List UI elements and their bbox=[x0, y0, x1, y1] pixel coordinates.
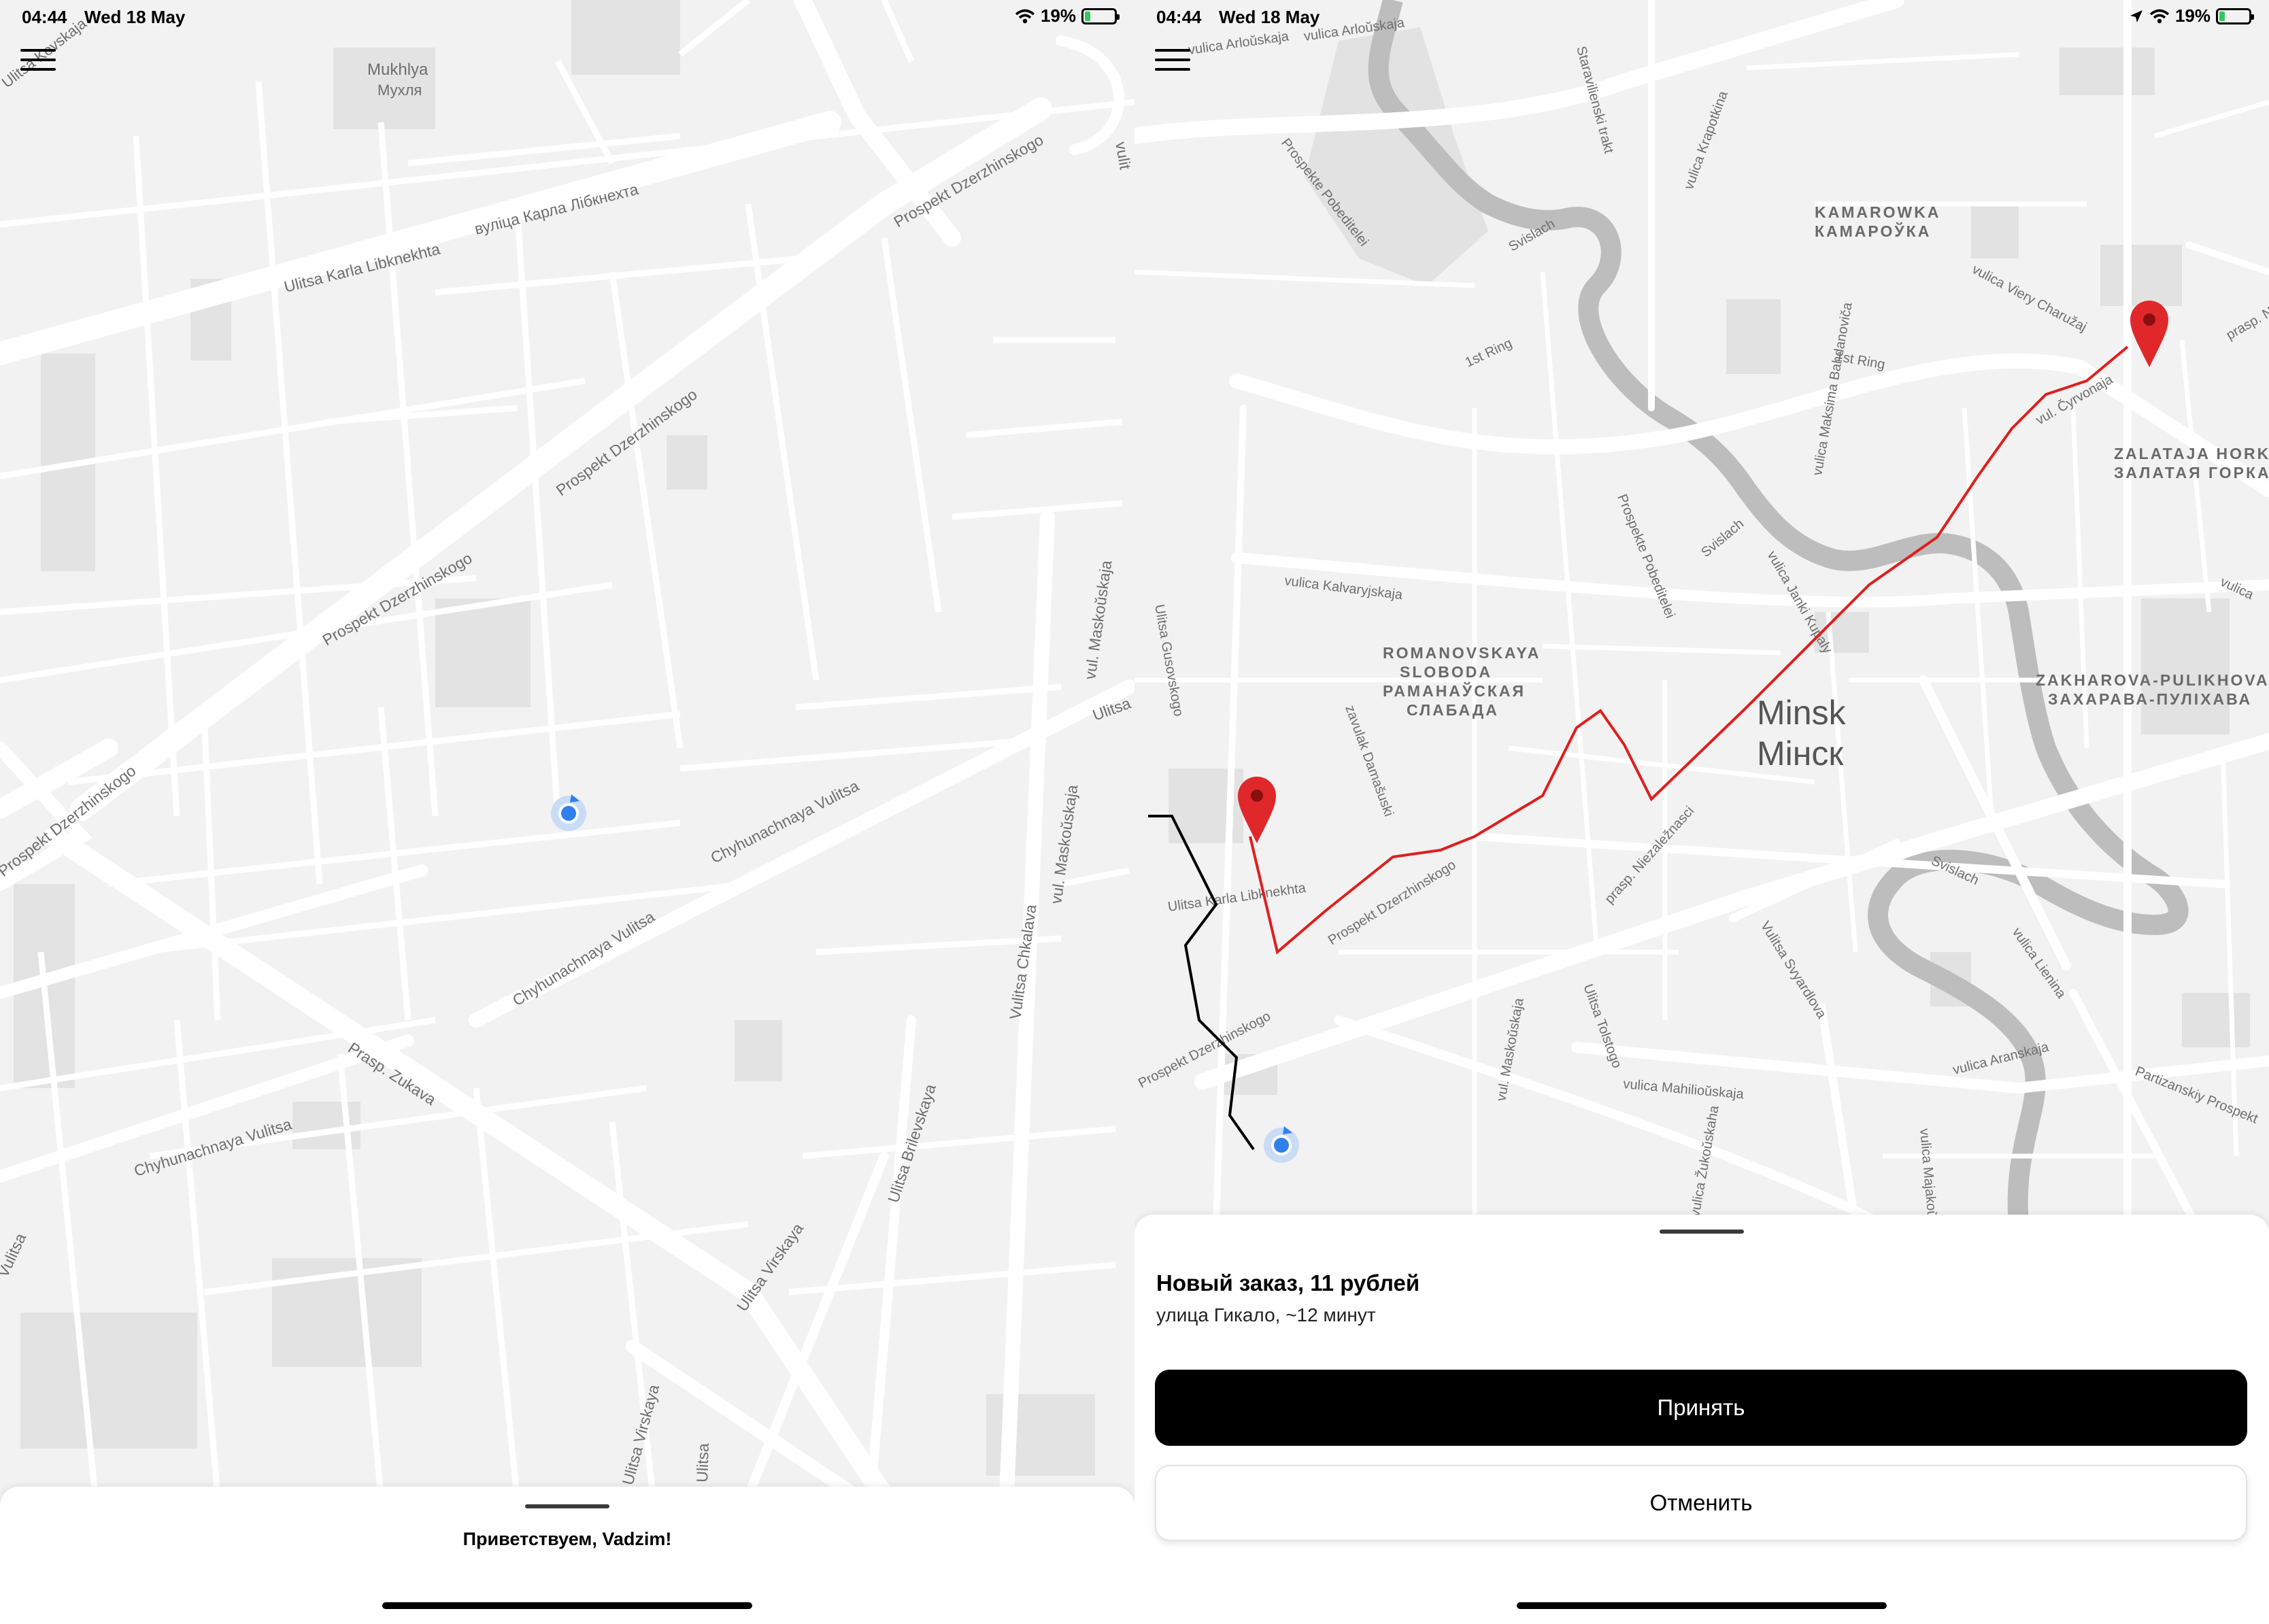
home-indicator[interactable] bbox=[1517, 1602, 1887, 1609]
status-icons: 19% bbox=[1015, 5, 1120, 27]
battery-fill bbox=[2219, 11, 2225, 21]
map-view[interactable]: Mukhlya Мухля вуліца Карла Лібкнехта Uli… bbox=[0, 0, 1134, 1496]
status-date: Wed 18 May bbox=[84, 7, 186, 27]
order-subtitle: улица Гикало, ~12 минут bbox=[1156, 1304, 1376, 1325]
menu-icon bbox=[1155, 68, 1190, 71]
district-label: SLOBODA bbox=[1400, 663, 1492, 681]
battery-icon bbox=[2216, 7, 2254, 24]
map-canvas[interactable]: vulica Arloŭskaja vulica Arloŭskaja Star… bbox=[1134, 0, 2269, 1224]
district-label: ZALATAJA HORKA bbox=[2114, 445, 2269, 462]
left-screen: Mukhlya Мухля вуліца Карла Лібкнехта Uli… bbox=[0, 0, 1134, 1624]
district-label: ЗАЛАТАЯ ГОРКА bbox=[2114, 464, 2269, 481]
district-label: РАМАНАЎСКАЯ bbox=[1383, 681, 1526, 700]
district-label: ROMANOVSKAYA bbox=[1383, 644, 1541, 662]
district-label: СЛАБАДА bbox=[1407, 701, 1499, 719]
menu-icon bbox=[1155, 49, 1190, 52]
menu-button[interactable] bbox=[1155, 49, 1196, 80]
map-label: Mukhlya bbox=[367, 61, 428, 79]
cancel-button[interactable]: Отменить bbox=[1155, 1465, 2247, 1541]
status-bar: 04:44 Wed 18 May 19% bbox=[0, 0, 1134, 35]
menu-icon bbox=[20, 58, 56, 61]
map-canvas[interactable]: Mukhlya Мухля вуліца Карла Лібкнехта Uli… bbox=[0, 0, 1134, 1496]
map-label: Ulitsa bbox=[693, 1443, 712, 1483]
map-view[interactable]: vulica Arloŭskaja vulica Arloŭskaja Star… bbox=[1134, 0, 2269, 1224]
order-sheet: Новый заказ, 11 рублей улица Гикало, ~12… bbox=[1134, 1215, 2269, 1624]
menu-icon bbox=[20, 68, 56, 71]
map-label: Мухля bbox=[377, 82, 422, 99]
battery-percent: 19% bbox=[1040, 5, 1076, 26]
location-arrow-icon bbox=[2130, 10, 2142, 22]
battery-fill bbox=[1085, 11, 1090, 21]
status-time: 04:44 bbox=[1156, 7, 1202, 27]
wifi-icon bbox=[1015, 9, 1035, 23]
greeting-text: Приветствуем, Vadzim! bbox=[463, 1529, 672, 1549]
district-label: KAMAROWKA bbox=[1815, 203, 1940, 221]
right-screen: vulica Arloŭskaja vulica Arloŭskaja Star… bbox=[1134, 0, 2269, 1624]
status-date: Wed 18 May bbox=[1219, 7, 1320, 27]
order-title: Новый заказ, 11 рублей bbox=[1156, 1270, 1420, 1296]
city-label: Мінск bbox=[1757, 734, 1844, 773]
wifi-icon bbox=[2149, 9, 2170, 23]
battery-icon bbox=[1081, 7, 1120, 24]
status-bar: 04:44 Wed 18 May 19% bbox=[1134, 0, 2269, 35]
greeting-sheet: Приветствуем, Vadzim! bbox=[0, 1487, 1134, 1624]
district-label: КАМАРОЎКА bbox=[1815, 222, 1931, 240]
sheet-grabber[interactable] bbox=[1660, 1230, 1744, 1234]
accept-button[interactable]: Принять bbox=[1155, 1370, 2247, 1446]
status-icons: 19% bbox=[2129, 5, 2254, 27]
sheet-grabber[interactable] bbox=[525, 1504, 609, 1508]
home-indicator[interactable] bbox=[382, 1602, 752, 1609]
menu-icon bbox=[1155, 58, 1190, 61]
status-time: 04:44 bbox=[22, 7, 67, 27]
district-label: ЗАХАРАВА-ПУЛІХАВА bbox=[2048, 690, 2252, 708]
battery-percent: 19% bbox=[2174, 5, 2211, 26]
menu-button[interactable] bbox=[20, 49, 61, 80]
menu-icon bbox=[20, 49, 56, 52]
district-label: ZAKHAROVA-PULIKHOVA bbox=[2036, 671, 2269, 689]
city-label: Minsk bbox=[1757, 694, 1847, 732]
